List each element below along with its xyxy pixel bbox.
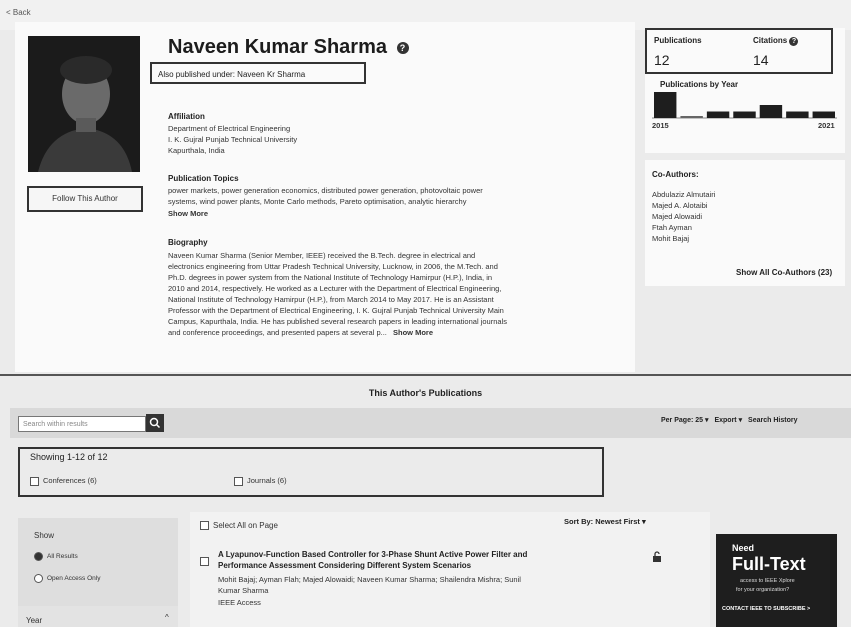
help-icon[interactable]: ? xyxy=(789,37,799,46)
chevron-down-icon: ▾ xyxy=(738,417,743,424)
biography-heading: Biography xyxy=(168,238,208,247)
affiliation-line: I. K. Gujral Punjab Technical University xyxy=(168,135,298,144)
chevron-down-icon: ▾ xyxy=(704,417,709,424)
ad-cta-link[interactable]: CONTACT IEEE TO SUBSCRIBE > xyxy=(722,606,810,612)
radio-open-access-label: Open Access Only xyxy=(47,575,101,582)
sort-by-control[interactable]: Sort By: Newest First ▾ xyxy=(564,517,646,526)
biography-text: National Institute of Technology Hamirpu… xyxy=(168,295,494,304)
select-all-label: Select All on Page xyxy=(213,521,278,530)
showing-count: Showing 1-12 of 12 xyxy=(30,452,108,462)
biography-text-end: and conference proceedings, and presente… xyxy=(168,328,387,337)
radio-all-results-label: All Results xyxy=(47,553,78,560)
year-end-label: 2021 xyxy=(818,121,835,130)
chevron-up-icon[interactable]: ^ xyxy=(165,612,169,623)
checkbox[interactable] xyxy=(200,521,209,531)
filter-journals-label: Journals (6) xyxy=(247,476,287,485)
filter-conferences-label: Conferences (6) xyxy=(43,476,97,485)
publications-by-year-chart xyxy=(652,92,837,119)
affiliation-line: Department of Electrical Engineering xyxy=(168,124,291,133)
checkbox[interactable] xyxy=(200,557,209,567)
radio-button[interactable] xyxy=(34,573,43,583)
biography-show-more-link[interactable]: Show More xyxy=(393,328,433,337)
chevron-down-icon: ▾ xyxy=(641,517,646,526)
filter-conferences[interactable]: Conferences (6) xyxy=(30,475,97,486)
lock-icon xyxy=(652,550,662,568)
citations-count: 14 xyxy=(753,52,769,68)
biography-text: and conference proceedings, and presente… xyxy=(168,327,433,338)
biography-text: Naveen Kumar Sharma (Senior Member, IEEE… xyxy=(168,251,476,260)
ad-line: for your organization? xyxy=(736,587,790,593)
show-heading: Show xyxy=(34,531,55,540)
search-icon xyxy=(149,417,161,429)
citations-label-text: Citations xyxy=(753,36,788,45)
chart-bar-2018[interactable] xyxy=(733,111,756,119)
result-title-link[interactable]: Performance Assessment Considering Diffe… xyxy=(218,561,471,570)
author-name-text: Naveen Kumar Sharma xyxy=(168,36,387,58)
year-heading: Year xyxy=(26,616,43,625)
filter-journals[interactable]: Journals (6) xyxy=(234,475,287,486)
result-checkbox[interactable] xyxy=(200,553,213,571)
coauthor-link[interactable]: Majed A. Alotaibi xyxy=(652,200,707,211)
topics-heading: Publication Topics xyxy=(168,174,239,183)
result-venue[interactable]: IEEE Access xyxy=(218,597,261,608)
biography-text: electronics engineering from Uttar Prade… xyxy=(168,262,498,271)
coauthors-heading: Co-Authors: xyxy=(652,170,699,179)
topics-text: systems, wind power plants, Monte Carlo … xyxy=(168,197,467,206)
radio-all-results[interactable]: All Results xyxy=(34,551,78,562)
ad-full-text-title: Full-Text xyxy=(732,554,806,574)
coauthor-link[interactable]: Mohit Bajaj xyxy=(652,233,689,244)
export-dropdown[interactable]: Export xyxy=(714,417,736,424)
ad-line: access to IEEE Xplore xyxy=(740,578,795,584)
help-icon[interactable]: ? xyxy=(396,41,409,54)
chart-bar-2016[interactable] xyxy=(680,116,703,118)
publications-count: 12 xyxy=(654,52,670,68)
coauthor-link[interactable]: Ftah Ayman xyxy=(652,222,692,233)
search-button[interactable] xyxy=(146,414,164,432)
result-authors: Kumar Sharma xyxy=(218,586,269,595)
section-divider xyxy=(0,374,851,376)
radio-button[interactable] xyxy=(34,551,43,561)
follow-author-button[interactable]: Follow This Author xyxy=(27,186,143,212)
result-authors: Mohit Bajaj; Ayman Flah; Majed Alowaidi;… xyxy=(218,575,521,584)
toolbar-controls: Per Page: 25 ▾ Export ▾ Search History xyxy=(661,416,797,424)
ad-need-text: Need xyxy=(732,543,755,553)
year-start-label: 2015 xyxy=(652,121,669,130)
sort-by-value[interactable]: Newest First xyxy=(595,517,640,526)
select-all-on-page[interactable]: Select All on Page xyxy=(200,520,278,531)
chart-bar-2017[interactable] xyxy=(706,111,730,119)
biography-text: Professor with the Department of Electri… xyxy=(168,306,504,315)
chart-bar-2015[interactable] xyxy=(654,92,677,118)
radio-open-access[interactable]: Open Access Only xyxy=(34,573,100,584)
checkbox[interactable] xyxy=(30,476,39,486)
coauthor-link[interactable]: Abdulaziz Almutairi xyxy=(652,189,715,200)
chart-bar-2021[interactable] xyxy=(812,111,835,119)
per-page-dropdown[interactable]: Per Page: 25 xyxy=(661,417,703,424)
biography-text: Campus, Kapurthala, India. He has publis… xyxy=(168,317,507,326)
publications-heading: This Author's Publications xyxy=(368,388,483,398)
affiliation-heading: Affiliation xyxy=(168,112,205,121)
affiliation-line: Kapurthala, India xyxy=(168,146,225,155)
checkbox[interactable] xyxy=(234,476,243,486)
search-within-results-input[interactable]: Search within results xyxy=(18,416,146,432)
show-all-coauthors-link[interactable]: Show All Co-Authors (23) xyxy=(736,268,832,277)
author-name: Naveen Kumar Sharma ? xyxy=(168,36,409,59)
also-published-under: Also published under: Naveen Kr Sharma xyxy=(150,62,366,84)
citations-label: Citations ? xyxy=(753,36,799,46)
coauthor-link[interactable]: Majed Alowaidi xyxy=(652,211,702,222)
sort-by-label: Sort By: xyxy=(564,517,594,526)
search-history-link[interactable]: Search History xyxy=(748,417,797,424)
stats-highlight-box xyxy=(645,28,833,74)
biography-text: Ph.D. degrees in power system from the N… xyxy=(168,273,493,282)
back-link[interactable]: < Back xyxy=(6,8,31,17)
chart-bar-2019[interactable] xyxy=(759,105,783,118)
chart-bar-2020[interactable] xyxy=(786,111,809,119)
topics-text: power markets, power generation economic… xyxy=(168,186,483,195)
result-title-link[interactable]: A Lyapunov-Function Based Controller for… xyxy=(218,550,527,559)
biography-text: 2010 and 2014, respectively. He worked a… xyxy=(168,284,502,293)
author-photo xyxy=(28,36,140,172)
publications-label: Publications xyxy=(654,36,702,45)
topics-show-more-link[interactable]: Show More xyxy=(168,208,208,219)
